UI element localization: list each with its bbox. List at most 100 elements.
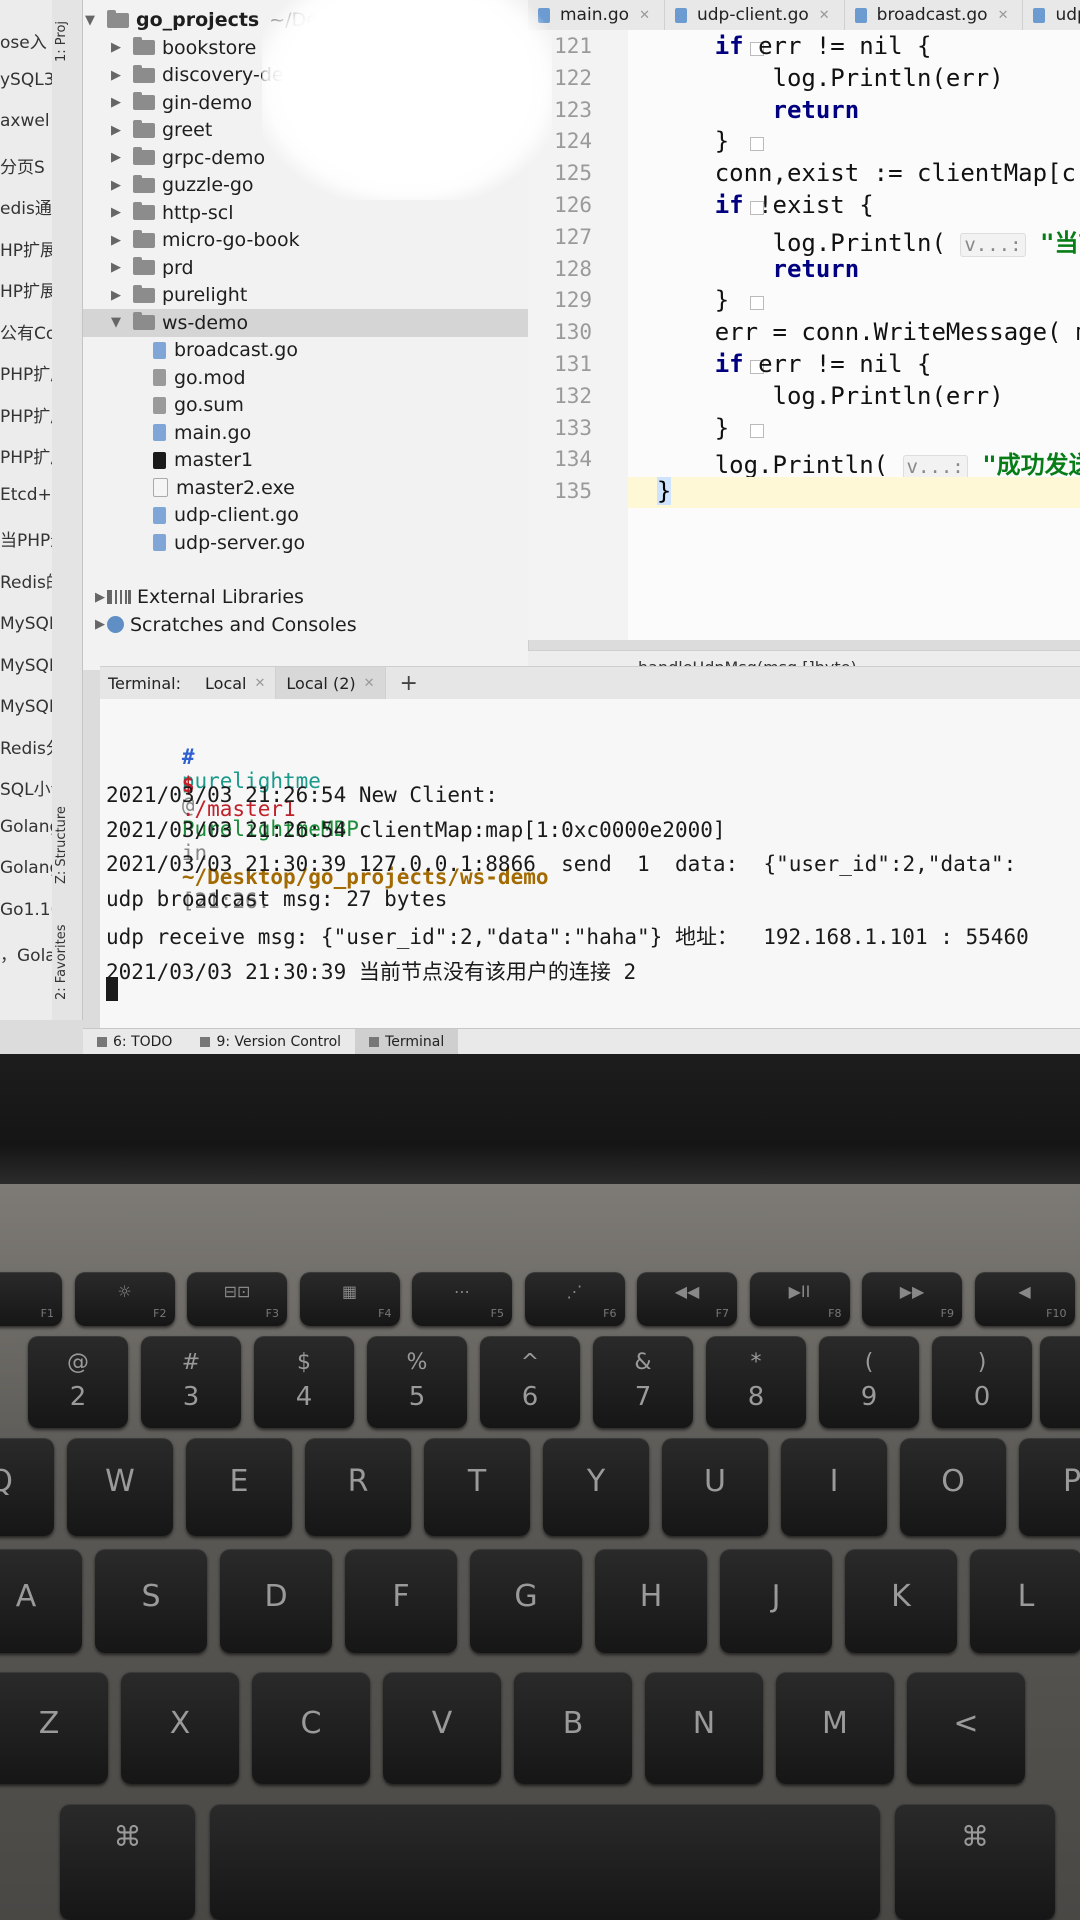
command-key[interactable]: ⌘ xyxy=(60,1804,195,1920)
letter-key[interactable]: L xyxy=(970,1549,1080,1653)
number-key[interactable]: $4 xyxy=(254,1336,354,1428)
close-icon[interactable]: ✕ xyxy=(364,676,375,691)
chevron-down-icon[interactable]: ▼ xyxy=(83,13,97,28)
number-key[interactable]: % 5 xyxy=(367,1336,467,1428)
letter-key[interactable]: K xyxy=(845,1549,957,1653)
todo-tool-button[interactable]: 6: TODO xyxy=(83,1029,186,1055)
tree-row[interactable]: ▶ gin-demo xyxy=(83,89,528,117)
letter-key[interactable]: J xyxy=(720,1549,832,1653)
number-key[interactable]: @2 xyxy=(28,1336,128,1428)
chevron-right-icon[interactable]: ▶ xyxy=(93,590,107,605)
chevron-right-icon[interactable]: ▶ xyxy=(109,123,123,138)
minus-key[interactable] xyxy=(1040,1336,1080,1428)
chevron-right-icon[interactable]: ▶ xyxy=(109,95,123,110)
letter-key[interactable]: R xyxy=(305,1438,411,1536)
chevron-right-icon[interactable]: ▶ xyxy=(109,178,123,193)
function-key[interactable]: ▶▶ F9 xyxy=(862,1272,962,1326)
chevron-right-icon[interactable]: ▶ xyxy=(109,68,123,83)
tree-row[interactable]: master2.exe xyxy=(83,474,528,502)
function-key[interactable]: ☼ F2 xyxy=(74,1272,175,1326)
letter-key[interactable]: B xyxy=(514,1672,632,1784)
close-icon[interactable]: ✕ xyxy=(819,8,830,23)
function-key[interactable]: ⋯ F5 xyxy=(412,1272,512,1326)
space-bar[interactable] xyxy=(210,1804,880,1920)
tree-row[interactable]: ▶ External Libraries xyxy=(83,583,528,611)
letter-key[interactable]: V xyxy=(383,1672,501,1784)
chevron-right-icon[interactable]: ▶ xyxy=(109,233,123,248)
tree-row[interactable]: ▶ Scratches and Consoles xyxy=(83,611,528,639)
tree-row[interactable]: ▼ ws-demo xyxy=(83,308,528,337)
tree-row[interactable]: ▶ guzzle-go xyxy=(83,171,528,199)
tree-row[interactable]: ▶ http-scl xyxy=(83,199,528,227)
letter-key[interactable]: < xyxy=(907,1672,1025,1784)
number-key[interactable]: & 7 xyxy=(593,1336,693,1428)
tree-row[interactable]: ▶ bookstore xyxy=(83,34,528,62)
letter-key[interactable]: Z xyxy=(0,1672,108,1784)
project-tool-label[interactable]: 1: Proj xyxy=(54,21,69,62)
letter-key[interactable]: T xyxy=(424,1438,530,1536)
close-icon[interactable]: ✕ xyxy=(254,676,265,691)
letter-key[interactable]: E xyxy=(186,1438,292,1536)
letter-key[interactable]: O xyxy=(900,1438,1006,1536)
number-key[interactable]: (9 xyxy=(819,1336,919,1428)
function-key[interactable]: ⋰ F6 xyxy=(524,1272,625,1326)
tree-row[interactable]: go.sum xyxy=(83,391,528,419)
function-key[interactable]: ⊟⊡ F3 xyxy=(187,1272,287,1326)
editor-tab[interactable]: main.go ✕ xyxy=(528,0,665,30)
function-key[interactable]: ◀◀ F7 xyxy=(637,1272,737,1326)
letter-key[interactable]: F xyxy=(345,1549,457,1653)
chevron-right-icon[interactable]: ▶ xyxy=(109,150,123,165)
letter-key[interactable]: N xyxy=(645,1672,763,1784)
tree-row[interactable]: ▶ prd xyxy=(83,254,528,282)
new-terminal-button[interactable]: + xyxy=(386,671,432,696)
close-icon[interactable]: ✕ xyxy=(998,8,1009,23)
tree-row[interactable]: ▶ micro-go-book xyxy=(83,226,528,254)
tree-row[interactable]: go.mod xyxy=(83,364,528,392)
tree-row[interactable]: ▶ purelight xyxy=(83,281,528,309)
chevron-right-icon[interactable]: ▶ xyxy=(109,205,123,220)
favorites-tool-label[interactable]: 2: Favorites xyxy=(54,924,69,1000)
terminal-output[interactable]: # purelightme @ PurelightmeMBP in ~/Desk… xyxy=(100,699,1080,1029)
letter-key[interactable]: C xyxy=(252,1672,370,1784)
chevron-down-icon[interactable]: ▼ xyxy=(109,315,123,330)
tree-row[interactable]: broadcast.go xyxy=(83,336,528,364)
tree-row[interactable]: master1 xyxy=(83,446,528,474)
number-key[interactable]: #3 xyxy=(141,1336,241,1428)
tree-row[interactable]: ▶ grpc-demo xyxy=(83,144,528,172)
letter-key[interactable]: Q xyxy=(0,1438,54,1536)
letter-key[interactable]: U xyxy=(662,1438,768,1536)
tree-row[interactable]: udp-client.go xyxy=(83,501,528,529)
letter-key[interactable]: A xyxy=(0,1549,82,1653)
command-key[interactable]: ⌘ xyxy=(895,1804,1055,1920)
letter-key[interactable]: W xyxy=(67,1438,173,1536)
letter-key[interactable]: D xyxy=(220,1549,332,1653)
letter-key[interactable]: X xyxy=(121,1672,239,1784)
chevron-right-icon[interactable]: ▶ xyxy=(109,40,123,55)
terminal-tab-local[interactable]: Local ✕ xyxy=(195,667,277,699)
version-control-tool-button[interactable]: 9: Version Control xyxy=(186,1029,355,1055)
terminal-tab-local-2[interactable]: Local (2) ✕ xyxy=(276,667,386,699)
chevron-right-icon[interactable]: ▶ xyxy=(109,288,123,303)
letter-key[interactable]: H xyxy=(595,1549,707,1653)
editor-tab[interactable]: udp-client.go ✕ xyxy=(665,0,845,30)
function-key[interactable]: ▦ F4 xyxy=(299,1272,400,1326)
number-key[interactable]: * 8 xyxy=(706,1336,806,1428)
tree-row[interactable]: ▶ greet xyxy=(83,116,528,144)
number-key[interactable]: ^ 6 xyxy=(480,1336,580,1428)
function-key[interactable]: ◀ F10 xyxy=(974,1272,1075,1326)
letter-key[interactable]: I xyxy=(781,1438,887,1536)
tree-row[interactable]: ▶ discovery-demo xyxy=(83,61,528,89)
function-key[interactable]: ▶II F8 xyxy=(749,1272,850,1326)
number-key[interactable]: ) 0 xyxy=(932,1336,1032,1428)
terminal-tool-button[interactable]: Terminal xyxy=(355,1029,459,1055)
letter-key[interactable]: P xyxy=(1019,1438,1080,1536)
letter-key[interactable]: G xyxy=(470,1549,582,1653)
function-key[interactable]: F1 xyxy=(0,1272,62,1326)
tree-row[interactable]: udp-server.go xyxy=(83,529,528,557)
tree-row[interactable]: main.go xyxy=(83,419,528,447)
close-icon[interactable]: ✕ xyxy=(639,8,650,23)
tree-row[interactable]: ▼ go_projects ~/Desktop/go_projects xyxy=(83,6,528,34)
letter-key[interactable]: Y xyxy=(543,1438,649,1536)
editor-tab[interactable]: broadcast.go ✕ xyxy=(845,0,1024,30)
chevron-right-icon[interactable]: ▶ xyxy=(93,617,107,632)
